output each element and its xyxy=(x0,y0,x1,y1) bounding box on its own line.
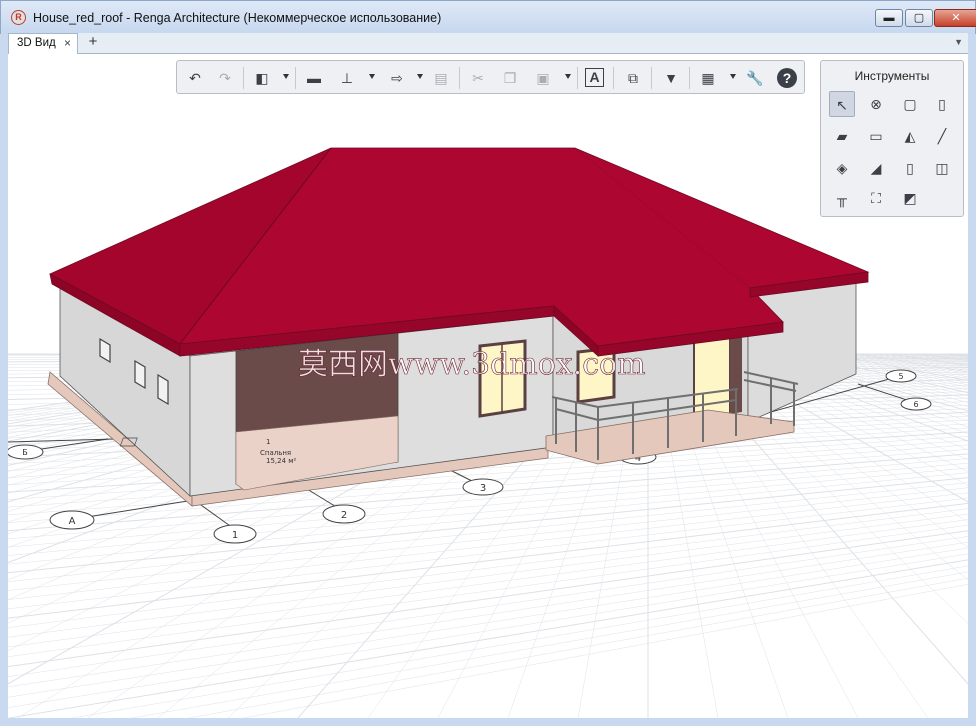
tab-list-chevron-icon[interactable]: ▼ xyxy=(954,37,963,47)
visibility-icon[interactable]: ▦ xyxy=(698,68,718,88)
roof-tool-icon[interactable]: ◭ xyxy=(897,123,923,149)
copy-icon[interactable]: ❐ xyxy=(500,68,520,88)
axis-label-6: 6 xyxy=(913,400,918,409)
3d-viewport[interactable]: 1 2 3 4 А Б 5 6 1 Спальня 15,24 м² 莫西网ww… xyxy=(8,54,968,718)
slab-tool-icon[interactable]: ▰ xyxy=(829,123,855,149)
stamp-dropdown-chevron-icon[interactable] xyxy=(369,74,375,79)
title-bar: R House_red_roof - Renga Architecture (Н… xyxy=(0,0,976,34)
layers-icon[interactable]: ⧉ xyxy=(623,68,643,88)
view-cube-icon[interactable]: ◧ xyxy=(252,68,272,88)
cut-icon[interactable]: ✂ xyxy=(468,68,488,88)
equipment-tool-icon[interactable]: ⛶ xyxy=(863,185,889,211)
minimize-button[interactable]: ▬ xyxy=(875,9,903,27)
undo-icon[interactable]: ↶ xyxy=(185,68,205,88)
close-button[interactable]: ✕ xyxy=(934,9,976,27)
tab-3d-view[interactable]: 3D Вид × xyxy=(8,33,78,54)
paste-icon[interactable]: ▣ xyxy=(533,68,553,88)
axis-label-2: 2 xyxy=(341,510,347,521)
axes-tool-icon[interactable]: ⊗ xyxy=(863,91,889,117)
tab-label: 3D Вид xyxy=(17,37,56,49)
export-dropdown-chevron-icon[interactable] xyxy=(417,74,423,79)
main-toolbar: ↶ ↷ ◧ ▬ ⊥ ⇨ ▤ ✂ ❐ ▣ A ⧉ ▼ ▦ 🔧 ? xyxy=(176,60,805,94)
folder-icon[interactable]: ▬ xyxy=(304,68,324,88)
filter-icon[interactable]: ▼ xyxy=(661,68,681,88)
room-area: 15,24 м² xyxy=(266,457,297,465)
view-dropdown-chevron-icon[interactable] xyxy=(283,74,289,79)
window-title: House_red_roof - Renga Architecture (Нек… xyxy=(33,11,442,25)
tab-close-icon[interactable]: × xyxy=(64,34,71,53)
roof xyxy=(49,147,870,357)
watermark-text: 莫西网www.3dmox.com xyxy=(298,347,646,382)
column-tool-icon[interactable]: ▯ xyxy=(929,91,955,117)
axis-label-3: 3 xyxy=(480,483,486,494)
wall-tool-icon[interactable]: ▢ xyxy=(897,91,923,117)
maximize-button[interactable]: ▢ xyxy=(905,9,933,27)
add-tab-button[interactable]: + xyxy=(84,33,102,53)
ramp-tool-icon[interactable]: ◢ xyxy=(863,155,889,181)
stair-tool-icon[interactable]: ◈ xyxy=(829,155,855,181)
room-number: 1 xyxy=(266,438,270,446)
room-name: Спальня xyxy=(260,449,291,457)
axis-label-b: Б xyxy=(22,448,28,457)
tools-panel-title: Инструменты xyxy=(854,69,930,83)
element-tool-icon[interactable]: ◩ xyxy=(897,185,923,211)
redo-icon[interactable]: ↷ xyxy=(215,68,235,88)
visibility-dropdown-chevron-icon[interactable] xyxy=(730,74,736,79)
help-icon[interactable]: ? xyxy=(777,68,797,88)
axis-label-a: А xyxy=(69,516,76,527)
window-tool-icon[interactable]: ▯ xyxy=(897,155,923,181)
renga-logo-icon: R xyxy=(11,10,26,25)
axis-label-1: 1 xyxy=(232,530,238,541)
tools-panel: Инструменты ↖ ⊗ ▢ ▯ ▰ ▭ ◭ ╱ ◈ ◢ ▯ ◫ ╥ ⛶ … xyxy=(820,60,964,217)
stamp-icon[interactable]: ⊥ xyxy=(337,68,357,88)
print-icon[interactable]: ▤ xyxy=(431,68,451,88)
door-tool-icon[interactable]: ◫ xyxy=(929,155,955,181)
export-icon[interactable]: ⇨ xyxy=(387,68,407,88)
select-tool-icon[interactable]: ↖ xyxy=(829,91,855,117)
document-tabbar: 3D Вид × + ▼ xyxy=(8,33,968,54)
beam-tool-icon[interactable]: ╱ xyxy=(929,123,955,149)
settings-wrench-icon[interactable]: 🔧 xyxy=(745,68,765,88)
opening-tool-icon[interactable]: ▭ xyxy=(863,123,889,149)
paste-dropdown-chevron-icon[interactable] xyxy=(565,74,571,79)
axis-label-5: 5 xyxy=(898,372,903,381)
window-bottom-border xyxy=(0,718,976,726)
text-style-icon[interactable]: A xyxy=(585,68,604,87)
railing-tool-icon[interactable]: ╥ xyxy=(829,185,855,211)
